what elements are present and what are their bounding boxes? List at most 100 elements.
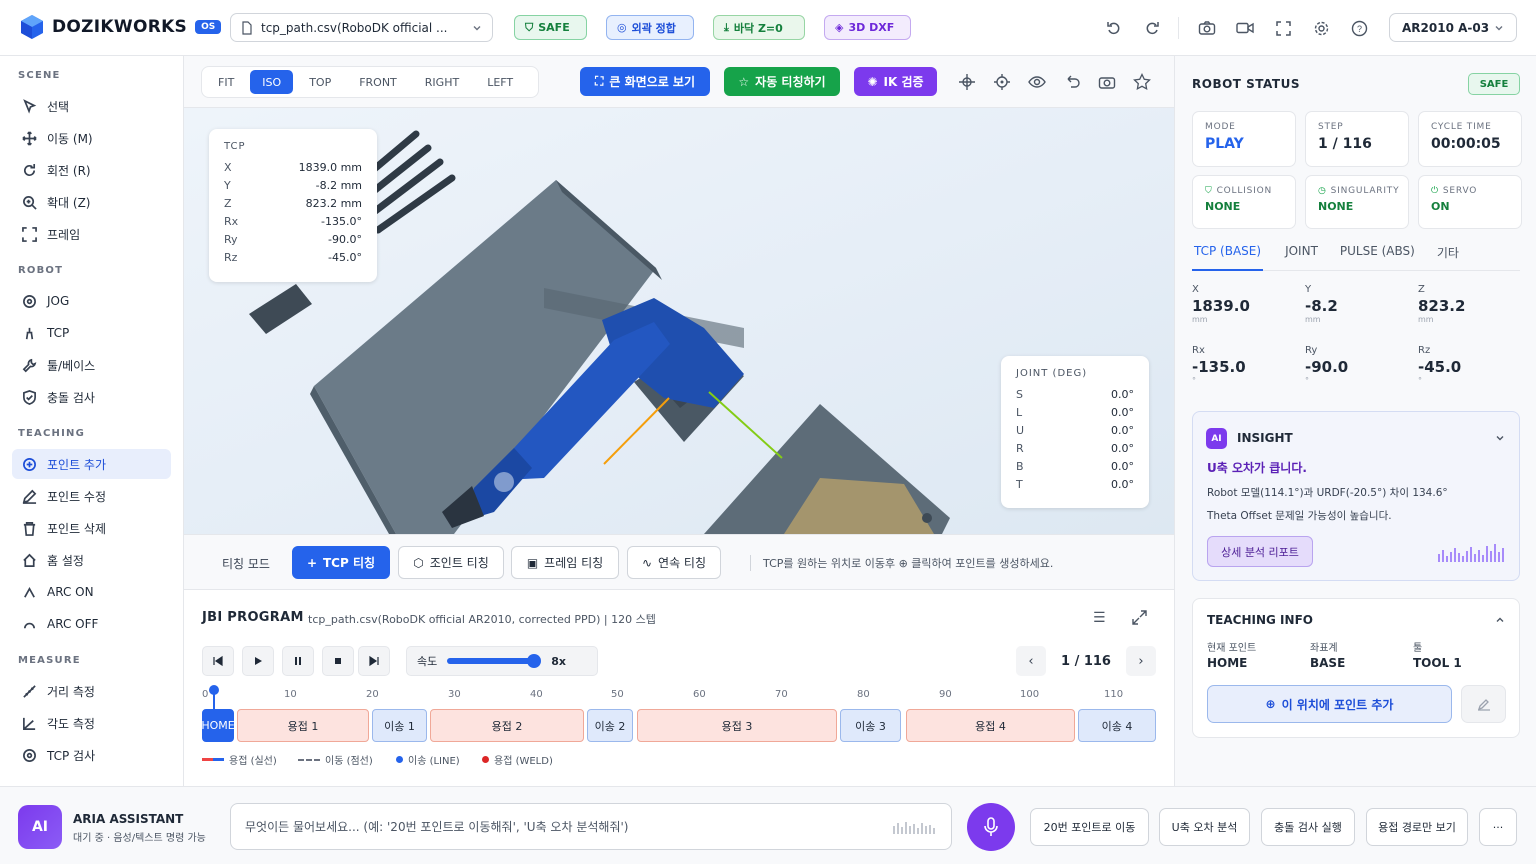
speed-slider[interactable] bbox=[447, 654, 542, 668]
microphone-button[interactable] bbox=[967, 803, 1015, 851]
shield-icon: ⛉ bbox=[525, 20, 534, 34]
sidebar-item-tcp-check[interactable]: TCP 검사 bbox=[12, 740, 171, 770]
coord-key: Rz bbox=[1418, 345, 1431, 356]
sidebar-item-distance[interactable]: 거리 측정 bbox=[12, 676, 171, 706]
quick-collision-check[interactable]: 충돌 검사 실행 bbox=[1261, 808, 1355, 846]
play-button[interactable] bbox=[242, 646, 274, 676]
robot-select[interactable]: AR2010 A-03 bbox=[1389, 13, 1517, 42]
timeline-segment-weld[interactable]: 용접 2 bbox=[430, 709, 584, 742]
fullscreen-icon[interactable] bbox=[1273, 18, 1293, 38]
view-top-button[interactable]: TOP bbox=[297, 70, 343, 94]
auto-teach-button[interactable]: ☆ 자동 티칭하기 bbox=[724, 67, 840, 96]
screenshot-icon[interactable] bbox=[1098, 73, 1116, 91]
view-iso-button[interactable]: ISO bbox=[250, 70, 294, 94]
joint-teach-label: 조인트 티칭 bbox=[429, 556, 489, 570]
sidebar-item-zoom[interactable]: 확대 (Z) bbox=[12, 187, 171, 217]
expand-panel-icon[interactable] bbox=[1132, 610, 1147, 625]
eye-icon[interactable] bbox=[1028, 73, 1046, 91]
skip-end-button[interactable] bbox=[358, 646, 390, 676]
playhead-handle[interactable] bbox=[209, 685, 219, 695]
timeline-segment-weld[interactable]: 용접 1 bbox=[237, 709, 369, 742]
3d-viewport[interactable]: TCP X 1839.0 mm Y -8.2 mm Z 823.2 mm Rx -135… bbox=[184, 108, 1174, 534]
sidebar-item-edit-point[interactable]: 포인트 수정 bbox=[12, 481, 171, 511]
timeline-segment-weld[interactable]: 용접 3 bbox=[637, 709, 837, 742]
timeline-segment-move[interactable]: 이송 1 bbox=[372, 709, 427, 742]
timeline-segment-move[interactable]: 이송 3 bbox=[840, 709, 901, 742]
edit-point-button[interactable] bbox=[1461, 685, 1506, 723]
view-front-button[interactable]: FRONT bbox=[347, 70, 409, 94]
help-icon[interactable]: ? bbox=[1349, 18, 1369, 38]
sidebar-item-arc-on[interactable]: ARC ON bbox=[12, 577, 171, 607]
sidebar-item-delete-point[interactable]: 포인트 삭제 bbox=[12, 513, 171, 543]
focus-icon[interactable] bbox=[993, 73, 1011, 91]
timeline-segment-move[interactable]: 이송 2 bbox=[587, 709, 633, 742]
sidebar-item-rotate[interactable]: 회전 (R) bbox=[12, 155, 171, 185]
sidebar-item-add-point[interactable]: 포인트 추가 bbox=[12, 449, 171, 479]
chevron-down-icon bbox=[473, 25, 481, 30]
timeline-segment-home[interactable]: HOME bbox=[201, 709, 235, 742]
plus-circle-icon: ⊕ bbox=[1265, 697, 1276, 711]
more-options-button[interactable]: ··· bbox=[1479, 808, 1517, 846]
sidebar-item-move[interactable]: 이동 (M) bbox=[12, 123, 171, 153]
current-point-value: HOME bbox=[1207, 656, 1248, 670]
tcp-key: Ry bbox=[224, 232, 238, 246]
sidebar-item-angle[interactable]: 각도 측정 bbox=[12, 708, 171, 738]
camera-icon[interactable] bbox=[1197, 18, 1217, 38]
auto-teach-label: 자동 티칭하기 bbox=[755, 75, 826, 89]
chevron-up-icon[interactable] bbox=[1495, 615, 1505, 625]
add-point-here-button[interactable]: ⊕ 이 위치에 포인트 추가 bbox=[1207, 685, 1452, 723]
view-right-button[interactable]: RIGHT bbox=[413, 70, 471, 94]
view-fit-button[interactable]: FIT bbox=[206, 70, 246, 94]
quick-move-point-20[interactable]: 20번 포인트로 이동 bbox=[1030, 808, 1149, 846]
timeline-segment-weld[interactable]: 용접 4 bbox=[906, 709, 1075, 742]
mode-label: MODE bbox=[1205, 122, 1236, 132]
undo-icon[interactable] bbox=[1104, 18, 1124, 38]
prev-step-button[interactable]: ‹ bbox=[1016, 646, 1046, 676]
frame-teach-button[interactable]: ▣ 프레임 티칭 bbox=[511, 546, 619, 579]
video-icon[interactable] bbox=[1235, 18, 1255, 38]
continuous-teach-button[interactable]: ∿ 연속 티칭 bbox=[627, 546, 721, 579]
tab-other[interactable]: 기타 bbox=[1437, 244, 1459, 271]
timeline-segment-move[interactable]: 이송 4 bbox=[1078, 709, 1156, 742]
assistant-input[interactable]: 무엇이든 물어보세요... (예: '20번 포인트로 이동해줘', 'U축 오… bbox=[230, 803, 952, 850]
calibration-chip[interactable]: ◎ 외곽 정합 bbox=[606, 15, 694, 40]
floor-chip[interactable]: ⤓ 바닥 Z=0 bbox=[713, 15, 805, 40]
pause-button[interactable] bbox=[282, 646, 314, 676]
sidebar-item-home[interactable]: 홈 설정 bbox=[12, 545, 171, 575]
list-icon[interactable]: ☰ bbox=[1093, 610, 1106, 626]
quick-weld-path-only[interactable]: 용접 경로만 보기 bbox=[1366, 808, 1468, 846]
sidebar-item-collision[interactable]: 충돌 검사 bbox=[12, 382, 171, 412]
skip-start-button[interactable] bbox=[202, 646, 234, 676]
sidebar-item-frame[interactable]: 프레임 bbox=[12, 219, 171, 249]
safe-chip[interactable]: ⛉ SAFE bbox=[514, 15, 587, 40]
tab-joint[interactable]: JOINT bbox=[1285, 244, 1318, 271]
gear-icon[interactable] bbox=[1311, 18, 1331, 38]
fullscreen-view-label: 큰 화면으로 보기 bbox=[609, 75, 696, 89]
fullscreen-view-button[interactable]: ⛶ 큰 화면으로 보기 bbox=[580, 67, 710, 96]
file-select[interactable]: tcp_path.csv(RoboDK official ... bbox=[230, 13, 493, 42]
favorite-icon[interactable] bbox=[1133, 73, 1151, 91]
next-step-button[interactable]: › bbox=[1125, 646, 1156, 676]
tab-tcp-base[interactable]: TCP (BASE) bbox=[1192, 244, 1264, 271]
coord-rx: Rx -135.0 ° bbox=[1192, 345, 1302, 385]
sidebar-item-jog[interactable]: JOG bbox=[12, 286, 171, 316]
crosshair-icon bbox=[23, 748, 36, 762]
undo-view-icon[interactable] bbox=[1063, 73, 1081, 91]
ik-verify-button[interactable]: ✺ IK 검증 bbox=[854, 67, 937, 96]
sidebar-item-tool-base[interactable]: 툴/베이스 bbox=[12, 350, 171, 380]
tab-pulse[interactable]: PULSE (ABS) bbox=[1340, 244, 1415, 271]
sidebar-item-arc-off[interactable]: ARC OFF bbox=[12, 609, 171, 639]
dxf-chip[interactable]: ◈ 3D DXF bbox=[824, 15, 911, 40]
detail-report-button[interactable]: 상세 분석 리포트 bbox=[1207, 536, 1313, 567]
view-left-button[interactable]: LEFT bbox=[475, 70, 525, 94]
chevron-down-icon[interactable] bbox=[1495, 433, 1505, 443]
tcp-teach-button[interactable]: + TCP 티칭 bbox=[292, 546, 390, 579]
stop-button[interactable] bbox=[322, 646, 354, 676]
redo-icon[interactable] bbox=[1142, 18, 1162, 38]
tcp-key: Y bbox=[224, 178, 231, 192]
joint-teach-button[interactable]: ⬡ 조인트 티칭 bbox=[398, 546, 504, 579]
crosshair-icon[interactable] bbox=[958, 73, 976, 91]
sidebar-item-select[interactable]: 선택 bbox=[12, 91, 171, 121]
sidebar-item-tcp[interactable]: TCP bbox=[12, 318, 171, 348]
quick-u-axis-analysis[interactable]: U축 오차 분석 bbox=[1159, 808, 1250, 846]
